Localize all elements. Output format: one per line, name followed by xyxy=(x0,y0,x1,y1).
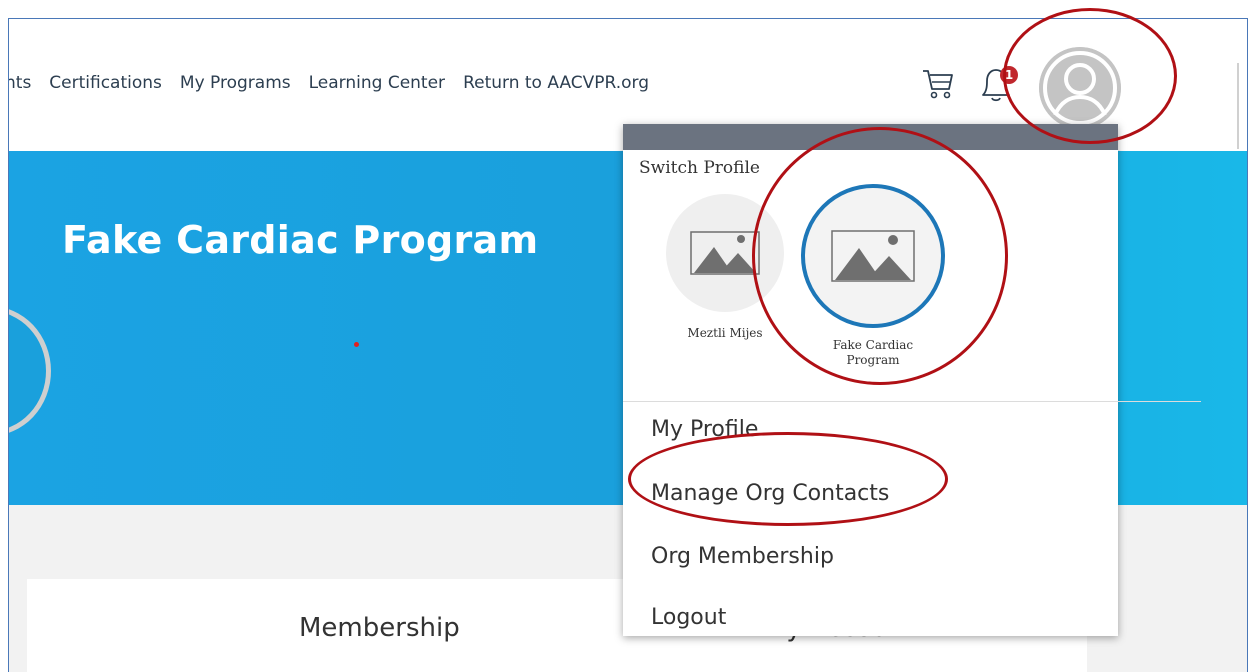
page-title: Fake Cardiac Program xyxy=(62,218,539,262)
nav-link-certifications[interactable]: Certifications xyxy=(49,73,162,93)
user-avatar-icon[interactable] xyxy=(1039,47,1121,129)
nav-link-my-programs[interactable]: My Programs xyxy=(180,73,291,93)
nav-link-return-aacvpr[interactable]: Return to AACVPR.org xyxy=(463,73,649,93)
cart-icon[interactable] xyxy=(921,63,955,103)
dropdown-divider xyxy=(623,401,1201,402)
profile-option-meztli[interactable]: Meztli Mijes xyxy=(660,194,790,340)
nav-link-events[interactable]: nts xyxy=(9,73,31,93)
notification-badge: 1 xyxy=(1000,66,1018,84)
profile-image-edge xyxy=(9,306,51,436)
profile-name: Fake Cardiac Program xyxy=(832,338,914,367)
menu-org-membership[interactable]: Org Membership xyxy=(651,544,834,569)
menu-logout[interactable]: Logout xyxy=(651,605,726,630)
dropdown-header xyxy=(623,124,1118,150)
nav-link-learning-center[interactable]: Learning Center xyxy=(309,73,445,93)
tab-membership[interactable]: Membership xyxy=(299,613,460,643)
menu-my-profile[interactable]: My Profile xyxy=(651,417,758,442)
image-placeholder-icon xyxy=(666,194,784,312)
menu-manage-org-contacts[interactable]: Manage Org Contacts xyxy=(651,481,889,506)
switch-profile-label: Switch Profile xyxy=(639,158,760,178)
nav-links: nts Certifications My Programs Learning … xyxy=(9,73,649,93)
profile-dropdown: Switch Profile Meztli Mijes Fake Cardiac… xyxy=(623,124,1201,636)
profile-name: Meztli Mijes xyxy=(687,326,763,340)
cursor-dot xyxy=(354,342,359,347)
browser-frame: nts Certifications My Programs Learning … xyxy=(8,18,1248,672)
scroll-edge xyxy=(1237,63,1239,149)
image-placeholder-icon xyxy=(801,184,945,328)
profile-option-fake-cardiac[interactable]: Fake Cardiac Program xyxy=(801,184,945,368)
